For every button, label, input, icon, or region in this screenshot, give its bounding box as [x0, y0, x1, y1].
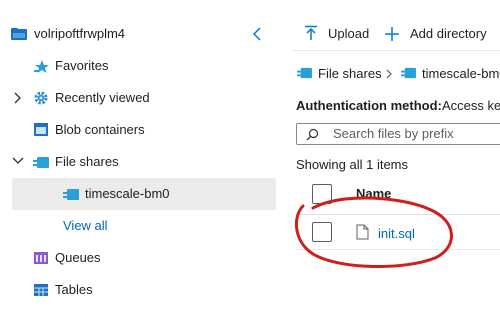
tree-item-blob-containers[interactable]: Blob containers [0, 114, 282, 146]
breadcrumb-item-file-shares[interactable]: File shares [318, 66, 382, 82]
table-icon [34, 284, 48, 296]
view-all-link[interactable]: View all [0, 210, 282, 242]
collapse-pane-icon[interactable] [252, 27, 262, 41]
auth-method-row: Authentication method: Access key [296, 98, 500, 116]
file-share-content-pane: Upload Add directory File shares timesca… [282, 0, 500, 330]
file-share-icon [401, 67, 416, 79]
file-share-icon [297, 67, 312, 79]
annotation-circle [294, 196, 453, 268]
tree-item-label: File shares [55, 154, 119, 169]
chevron-down-icon[interactable] [12, 157, 24, 165]
items-count-text: Showing all 1 items [296, 157, 408, 172]
tree-item-label: Tables [55, 282, 93, 297]
tree-item-label: Recently viewed [55, 90, 150, 105]
add-directory-button[interactable]: Add directory [384, 24, 500, 44]
upload-icon [305, 25, 317, 40]
upload-button[interactable]: Upload [304, 24, 384, 44]
breadcrumb: File shares timescale-bm0 [296, 64, 500, 84]
search-icon [306, 128, 319, 141]
blob-container-icon [34, 123, 48, 136]
tree-item-label: timescale-bm0 [85, 186, 170, 201]
file-share-icon [63, 189, 79, 200]
auth-method-label: Authentication method: [296, 98, 442, 113]
search-input[interactable]: Search files by prefix [333, 126, 454, 142]
account-name: volripoftfrwplm4 [34, 26, 126, 41]
tree-item-favorites[interactable]: Favorites [0, 50, 282, 82]
tree-item-label: Queues [55, 250, 101, 265]
tree-item-tables[interactable]: Tables [0, 274, 282, 306]
star-icon [34, 60, 49, 73]
account-row[interactable]: volripoftfrwplm4 [0, 18, 282, 50]
add-icon [385, 27, 399, 41]
tree-item-queues[interactable]: Queues [0, 242, 282, 274]
tree-item-label: Blob containers [55, 122, 145, 137]
auth-method-value[interactable]: Access key [442, 98, 500, 114]
chevron-right-icon [386, 69, 392, 79]
queue-icon [34, 252, 48, 264]
tree-item-recently-viewed[interactable]: Recently viewed [0, 82, 282, 114]
tree-item-timescale-bm0[interactable]: timescale-bm0 [12, 178, 276, 210]
chevron-right-icon[interactable] [13, 92, 21, 104]
add-directory-label: Add directory [410, 26, 487, 41]
gear-icon [34, 91, 48, 105]
file-share-icon [33, 157, 49, 168]
tree-item-file-shares[interactable]: File shares [0, 146, 282, 178]
view-all-label: View all [63, 218, 108, 233]
toolbar-divider [292, 50, 500, 51]
storage-account-icon [11, 28, 27, 40]
upload-label: Upload [328, 26, 370, 41]
tree-item-label: Favorites [55, 58, 109, 73]
storage-tree-pane: volripoftfrwplm4 Favorites Recently view… [0, 0, 282, 330]
search-box[interactable]: Search files by prefix [296, 123, 500, 145]
breadcrumb-item-timescale-bm0[interactable]: timescale-bm0 [422, 66, 500, 82]
